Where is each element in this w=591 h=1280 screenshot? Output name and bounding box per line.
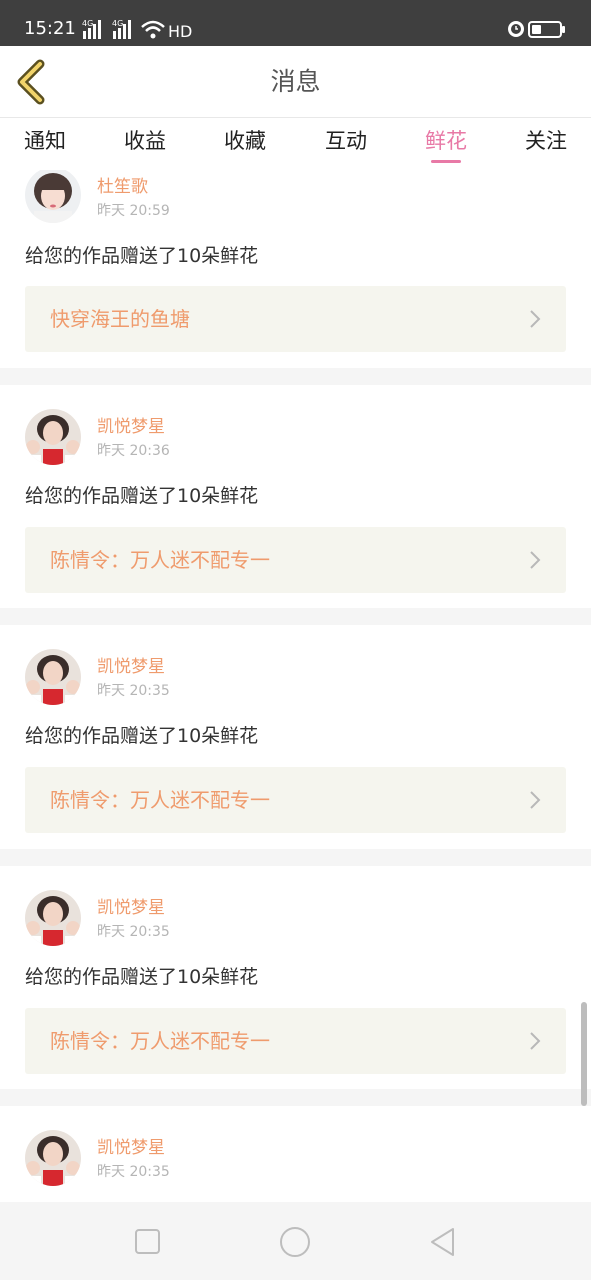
message-card: 杜笙歌 昨天 20:59 给您的作品赠送了10朵鲜花 快穿海王的鱼塘 (0, 170, 591, 368)
message-card: 凯悦梦星 昨天 20:35 给您的作品赠送了10朵鲜花 陈情令：万人迷不配专一 (0, 866, 591, 1089)
message-time: 昨天 20:36 (97, 443, 170, 459)
sender-name[interactable]: 凯悦梦星 (97, 1137, 165, 1159)
chevron-right-icon (530, 310, 541, 328)
avatar[interactable] (25, 1130, 81, 1186)
work-title: 陈情令：万人迷不配专一 (50, 1029, 270, 1053)
avatar[interactable] (25, 409, 81, 465)
sender-name[interactable]: 杜笙歌 (97, 176, 148, 198)
message-time: 昨天 20:35 (97, 1164, 170, 1180)
back-nav-icon[interactable] (423, 1224, 463, 1260)
message-text: 给您的作品赠送了10朵鲜花 (25, 485, 259, 507)
message-list[interactable]: 杜笙歌 昨天 20:59 给您的作品赠送了10朵鲜花 快穿海王的鱼塘 凯悦梦星 (0, 170, 591, 1202)
header: 消息 (0, 46, 591, 118)
system-nav-bar (0, 1202, 591, 1280)
avatar[interactable] (25, 649, 81, 705)
status-bar: 15:21 4G 4G HD (0, 0, 591, 46)
tab-active-indicator (431, 160, 461, 163)
tab-bar: 通知 收益 收藏 互动 鲜花 关注 (0, 118, 591, 170)
message-card: 凯悦梦星 昨天 20:35 给您的作品赠送了10朵鲜花 陈情令：万人迷不配专一 (0, 625, 591, 849)
tab-earnings[interactable]: 收益 (105, 118, 185, 170)
tab-favorites[interactable]: 收藏 (205, 118, 285, 170)
sender-name[interactable]: 凯悦梦星 (97, 897, 165, 919)
tab-flowers[interactable]: 鲜花 (406, 118, 486, 170)
alarm-battery-icons (508, 21, 565, 38)
signal-label-1: 4G (82, 19, 93, 28)
avatar-image (25, 1130, 81, 1186)
tab-notifications[interactable]: 通知 (5, 118, 85, 170)
tab-flowers-label: 鲜花 (425, 129, 467, 153)
avatar[interactable] (25, 890, 81, 946)
work-title: 陈情令：万人迷不配专一 (50, 788, 270, 812)
work-link[interactable]: 陈情令：万人迷不配专一 (25, 767, 566, 833)
work-title: 快穿海王的鱼塘 (50, 307, 190, 331)
work-title: 陈情令：万人迷不配专一 (50, 548, 270, 572)
network-label: HD (168, 22, 192, 41)
avatar-image (25, 890, 81, 946)
signal-icons: 4G 4G HD (82, 19, 192, 41)
scrollbar[interactable] (581, 1002, 587, 1106)
page-title: 消息 (270, 67, 321, 96)
message-card: 凯悦梦星 昨天 20:35 (0, 1106, 591, 1202)
work-link[interactable]: 陈情令：万人迷不配专一 (25, 527, 566, 593)
home-icon[interactable] (275, 1224, 315, 1260)
message-time: 昨天 20:35 (97, 924, 170, 940)
avatar-image (25, 170, 81, 223)
sender-name[interactable]: 凯悦梦星 (97, 416, 165, 438)
message-text: 给您的作品赠送了10朵鲜花 (25, 966, 259, 988)
signal-label-2: 4G (112, 19, 123, 28)
tab-follows[interactable]: 关注 (506, 118, 586, 170)
tab-interactions[interactable]: 互动 (306, 118, 386, 170)
status-time: 15:21 (24, 18, 76, 39)
message-text: 给您的作品赠送了10朵鲜花 (25, 725, 259, 747)
avatar-image (25, 649, 81, 705)
recent-apps-icon[interactable] (127, 1224, 167, 1260)
chevron-right-icon (530, 551, 541, 569)
message-text: 给您的作品赠送了10朵鲜花 (25, 245, 259, 267)
sender-name[interactable]: 凯悦梦星 (97, 656, 165, 678)
avatar[interactable] (25, 170, 81, 223)
chevron-right-icon (530, 791, 541, 809)
work-link[interactable]: 快穿海王的鱼塘 (25, 286, 566, 352)
chevron-right-icon (530, 1032, 541, 1050)
message-time: 昨天 20:35 (97, 683, 170, 699)
message-card: 凯悦梦星 昨天 20:36 给您的作品赠送了10朵鲜花 陈情令：万人迷不配专一 (0, 385, 591, 608)
avatar-image (25, 409, 81, 465)
back-icon[interactable] (12, 58, 56, 106)
message-time: 昨天 20:59 (97, 203, 170, 219)
work-link[interactable]: 陈情令：万人迷不配专一 (25, 1008, 566, 1074)
